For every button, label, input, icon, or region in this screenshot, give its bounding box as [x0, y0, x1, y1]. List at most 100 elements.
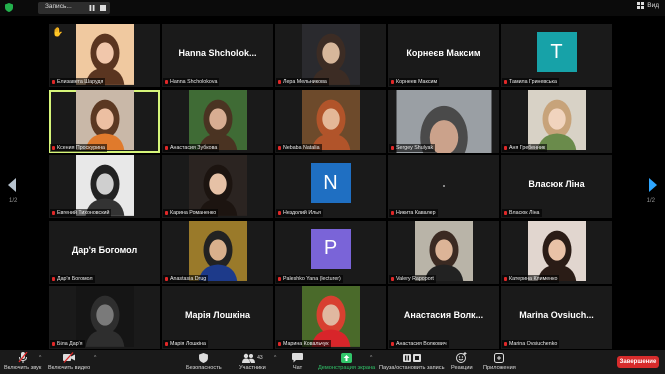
- muted-mic-icon: [52, 276, 55, 281]
- participant-tile[interactable]: ✋ Елизавета Шарудя: [49, 24, 160, 87]
- participant-tile[interactable]: Marina Ovsiuch... Marina Ovsiuchenko: [501, 286, 612, 349]
- muted-mic-icon: [391, 80, 394, 84]
- participant-tile[interactable]: Аня Гребенник: [501, 89, 612, 153]
- participant-tile[interactable]: Ксения Проскурина: [49, 89, 160, 153]
- participant-name: Valery Rapoport: [396, 275, 434, 282]
- participant-tile[interactable]: Корнеєв Максим Корнеев Максим: [388, 24, 499, 87]
- muted-mic-icon: [391, 342, 394, 346]
- participants-caret-icon[interactable]: ^: [274, 355, 276, 361]
- participant-video: [301, 24, 360, 85]
- pause-stop-recording-button[interactable]: Пауза/остановить запись: [379, 352, 444, 371]
- participant-tile[interactable]: Никита Кавалер: [388, 155, 499, 218]
- participant-tile[interactable]: Евгений Тихоновский: [49, 155, 160, 218]
- participant-tile[interactable]: Дар'я Богомол Дар'я Богомол: [49, 220, 160, 284]
- participant-tile[interactable]: T Тамила Гриневська: [501, 24, 612, 87]
- muted-mic-icon: [504, 276, 507, 281]
- stop-recording-icon[interactable]: [100, 5, 106, 11]
- chat-button[interactable]: Чат: [292, 352, 303, 371]
- previous-page-arrow-icon[interactable]: [8, 178, 16, 192]
- video-options-caret-icon[interactable]: ^: [94, 355, 96, 361]
- muted-microphone-icon: [18, 352, 28, 363]
- participant-tile[interactable]: Anastasia Drug: [162, 220, 273, 284]
- participant-display-name: Корнеєв Максим: [406, 48, 481, 58]
- participant-name: Корнеев Максим: [396, 79, 438, 85]
- muted-mic-icon: [165, 276, 168, 281]
- participant-name-tag: Анастасия Волкович: [389, 340, 449, 348]
- participant-tile[interactable]: Hanna Shcholok... Hanna Shcholokova: [162, 24, 273, 87]
- participant-tile[interactable]: Біла Дар'я: [49, 286, 160, 349]
- participants-icon: [242, 353, 256, 363]
- shield-icon[interactable]: [5, 3, 13, 12]
- participant-tile[interactable]: Власюк Ліна Власюк Ліна: [501, 155, 612, 218]
- participant-tile[interactable]: P Paleshko Yana (lecturer): [275, 220, 386, 284]
- participant-name-tag: Никита Кавалер: [389, 209, 438, 217]
- mute-label: Включить звук: [4, 365, 42, 371]
- participants-count: 43: [257, 354, 263, 361]
- participant-tile[interactable]: Nebaba Natalia: [275, 89, 386, 153]
- participant-tile[interactable]: Марина Ковальчук: [275, 286, 386, 349]
- participant-tile[interactable]: Карина Романенко: [162, 155, 273, 218]
- video-off-icon: [62, 352, 75, 363]
- participant-video: [75, 89, 134, 151]
- participant-name: Елизавета Шарудя: [57, 79, 104, 85]
- recording-label: Запись...: [45, 3, 72, 10]
- share-options-caret-icon[interactable]: ^: [370, 355, 372, 361]
- participant-avatar-letter: T: [536, 32, 577, 72]
- participant-tile[interactable]: N Нездолий Илья: [275, 155, 386, 218]
- participant-video: [527, 220, 586, 282]
- security-button[interactable]: Безопасность: [186, 352, 222, 371]
- participant-tile[interactable]: Марія Лошкіна Марія Лошкіна: [162, 286, 273, 349]
- participant-video: [414, 220, 473, 282]
- pause-recording-icon[interactable]: [89, 5, 95, 11]
- participant-name: Аня Гребенник: [509, 144, 546, 151]
- end-meeting-button[interactable]: Завершение: [617, 356, 659, 368]
- video-label: Включить видео: [48, 365, 91, 371]
- muted-mic-icon: [165, 80, 168, 84]
- muted-mic-icon: [391, 145, 394, 150]
- participant-name-tag: Лера Мельникова: [276, 78, 329, 86]
- participant-display-name: Marina Ovsiuch...: [519, 310, 594, 320]
- mute-button[interactable]: Включить звук: [4, 352, 41, 371]
- participant-display-name: Власюк Ліна: [528, 179, 585, 189]
- top-bar: Запись... Вид: [0, 0, 665, 16]
- participant-name-tag: Ксения Проскурина: [50, 143, 107, 152]
- participant-display-name: Hanna Shcholok...: [178, 48, 257, 58]
- participant-tile[interactable]: Катерина Клименко: [501, 220, 612, 284]
- grid-view-icon: [637, 2, 645, 9]
- muted-mic-icon: [391, 276, 394, 281]
- muted-mic-icon: [165, 211, 168, 215]
- start-video-button[interactable]: Включить видео: [48, 352, 90, 371]
- participant-tile[interactable]: Sergey Shulyak: [388, 89, 499, 153]
- reactions-label: Реакции: [451, 365, 473, 371]
- participant-name-tag: Біла Дар'я: [50, 340, 85, 348]
- participant-name: Біла Дар'я: [57, 341, 83, 347]
- participant-name-tag: Аня Гребенник: [502, 143, 548, 152]
- participant-name-tag: Катерина Клименко: [502, 274, 560, 283]
- participant-tile[interactable]: Лера Мельникова: [275, 24, 386, 87]
- participant-name-tag: Valery Rapoport: [389, 274, 436, 283]
- participant-tile[interactable]: Valery Rapoport: [388, 220, 499, 284]
- participant-name-tag: Евгений Тихоновский: [50, 209, 112, 217]
- apps-button[interactable]: Приложения: [483, 352, 516, 371]
- meeting-toolbar: Включить звук ^ Включить видео ^ Безопас…: [0, 350, 665, 374]
- recording-indicator: Запись...: [38, 2, 110, 14]
- muted-mic-icon: [52, 211, 55, 215]
- participant-name: Власюк Ліна: [509, 210, 540, 216]
- view-button[interactable]: Вид: [637, 2, 659, 9]
- next-page-arrow-icon[interactable]: [649, 178, 657, 192]
- participant-name: Анастасия Зубкова: [170, 144, 218, 151]
- participant-tile[interactable]: Анастасия Зубкова: [162, 89, 273, 153]
- participants-button[interactable]: 43 Участники: [239, 352, 266, 371]
- reactions-button[interactable]: Реакции: [451, 352, 473, 371]
- chat-label: Чат: [292, 365, 303, 371]
- loading-dot-icon: [443, 185, 445, 187]
- share-screen-button[interactable]: Демонстрация экрана: [318, 352, 375, 371]
- chat-bubble-icon: [292, 352, 303, 362]
- participant-video: [75, 155, 134, 216]
- audio-options-caret-icon[interactable]: ^: [39, 355, 41, 361]
- raised-hand-icon: ✋: [52, 27, 64, 37]
- participant-name: Nebaba Natalia: [283, 144, 320, 151]
- participant-video: [75, 286, 134, 347]
- participant-tile[interactable]: Анастасия Волк... Анастасия Волкович: [388, 286, 499, 349]
- participant-video: [527, 89, 586, 151]
